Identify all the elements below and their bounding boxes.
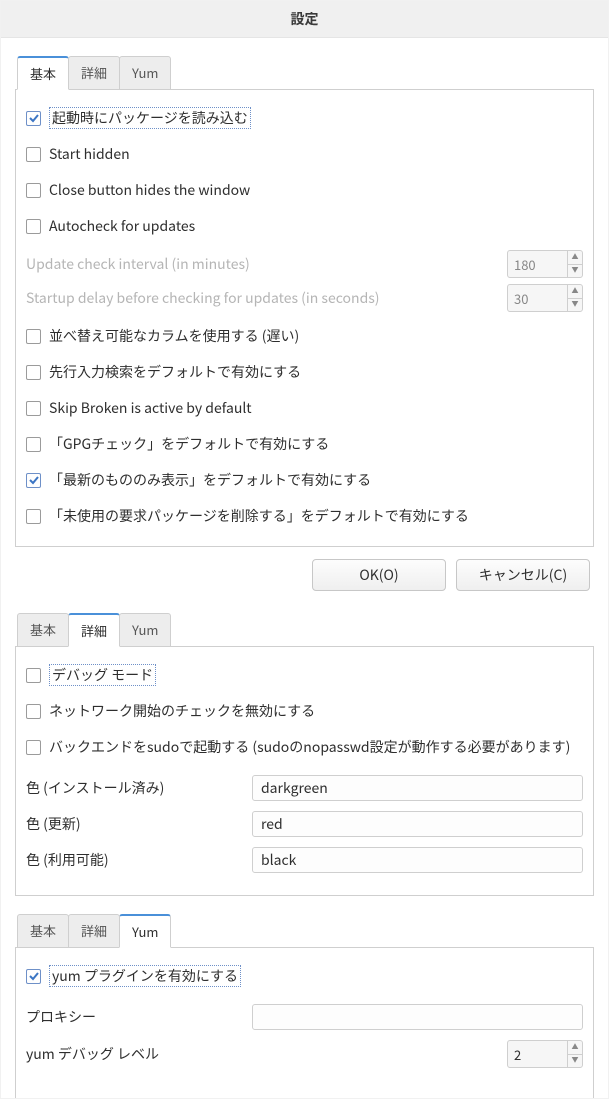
- tab-basic[interactable]: 基本: [17, 914, 69, 948]
- checkbox-gpg-check[interactable]: [26, 437, 41, 452]
- tab-bar-2: 基本 詳細 Yum: [17, 613, 594, 647]
- label-update-interval: Update check interval (in minutes): [26, 254, 250, 274]
- label-sortable-columns: 並べ替え可能なカラムを使用する (遅い): [49, 326, 299, 346]
- checkbox-enable-plugins[interactable]: [26, 969, 41, 984]
- check-icon: [29, 475, 39, 485]
- row-debug-level: yum デバッグ レベル 2 ▲ ▼: [26, 1040, 583, 1068]
- row-gpg-check: 「GPGチェック」をデフォルトで有効にする: [26, 426, 583, 462]
- tab-yum[interactable]: Yum: [119, 56, 171, 90]
- checkbox-load-on-startup[interactable]: [26, 111, 41, 126]
- tab-detail[interactable]: 詳細: [68, 613, 120, 647]
- checkbox-sortable-columns[interactable]: [26, 329, 41, 344]
- row-autocheck: Autocheck for updates: [26, 208, 583, 244]
- label-disable-net-check: ネットワーク開始のチェックを無効にする: [49, 701, 315, 721]
- label-load-on-startup: 起動時にパッケージを読み込む: [49, 107, 251, 129]
- row-start-hidden: Start hidden: [26, 136, 583, 172]
- row-typeahead: 先行入力検索をデフォルトで有効にする: [26, 354, 583, 390]
- row-enable-plugins: yum プラグインを有効にする: [26, 958, 583, 994]
- row-close-hides: Close button hides the window: [26, 172, 583, 208]
- settings-window: 設定 基本 詳細 Yum 起動時にパッケージを読み込む Start hidden: [0, 0, 609, 1099]
- label-gpg-check: 「GPGチェック」をデフォルトで有効にする: [49, 434, 329, 454]
- checkbox-autocheck[interactable]: [26, 219, 41, 234]
- row-remove-unused: 「未使用の要求パッケージを削除する」をデフォルトで有効にする: [26, 498, 583, 534]
- cancel-button[interactable]: キャンセル(C): [456, 559, 590, 591]
- checkbox-start-hidden[interactable]: [26, 147, 41, 162]
- checkbox-close-hides[interactable]: [26, 183, 41, 198]
- label-latest-only: 「最新のもののみ表示」をデフォルトで有効にする: [49, 470, 371, 490]
- input-color-available[interactable]: black: [252, 847, 583, 873]
- label-color-available: 色 (利用可能): [26, 850, 242, 870]
- input-proxy[interactable]: [252, 1004, 583, 1030]
- section-yum: 基本 詳細 Yum yum プラグインを有効にする プロキシー yum デバッグ…: [15, 914, 594, 1098]
- spinbox-debug-level[interactable]: 2 ▲ ▼: [507, 1040, 583, 1068]
- row-sudo-backend: バックエンドをsudoで起動する (sudoのnopasswd設定が動作する必要…: [26, 729, 583, 765]
- tab-detail[interactable]: 詳細: [68, 914, 120, 948]
- spin-up-icon[interactable]: ▲: [568, 251, 582, 265]
- checkbox-remove-unused[interactable]: [26, 509, 41, 524]
- label-remove-unused: 「未使用の要求パッケージを削除する」をデフォルトで有効にする: [49, 506, 469, 526]
- input-color-update[interactable]: red: [252, 811, 583, 837]
- row-update-interval: Update check interval (in minutes) 180 ▲…: [26, 250, 583, 278]
- checkbox-disable-net-check[interactable]: [26, 704, 41, 719]
- label-typeahead: 先行入力検索をデフォルトで有効にする: [49, 362, 301, 382]
- tab-basic[interactable]: 基本: [17, 56, 69, 90]
- section-basic: 基本 詳細 Yum 起動時にパッケージを読み込む Start hidden Cl…: [15, 56, 594, 595]
- tab-bar-3: 基本 詳細 Yum: [17, 914, 594, 948]
- tab-content-basic: 起動時にパッケージを読み込む Start hidden Close button…: [15, 89, 594, 547]
- window-title: 設定: [1, 1, 608, 38]
- checkbox-typeahead[interactable]: [26, 365, 41, 380]
- value-startup-delay: 30: [508, 285, 567, 311]
- row-load-on-startup: 起動時にパッケージを読み込む: [26, 100, 583, 136]
- label-skip-broken: Skip Broken is active by default: [49, 398, 252, 418]
- tab-yum[interactable]: Yum: [119, 613, 171, 647]
- row-debug-mode: デバッグ モード: [26, 657, 583, 693]
- tab-detail[interactable]: 詳細: [68, 56, 120, 90]
- label-sudo-backend: バックエンドをsudoで起動する (sudoのnopasswd設定が動作する必要…: [49, 737, 570, 757]
- row-color-installed: 色 (インストール済み) darkgreen: [26, 775, 583, 801]
- spin-up-icon[interactable]: ▲: [568, 285, 582, 299]
- tab-bar-1: 基本 詳細 Yum: [17, 56, 594, 90]
- check-icon: [29, 971, 39, 981]
- checkbox-debug-mode[interactable]: [26, 668, 41, 683]
- spinbox-update-interval[interactable]: 180 ▲ ▼: [507, 250, 583, 278]
- tab-basic[interactable]: 基本: [17, 613, 69, 647]
- tab-yum[interactable]: Yum: [119, 914, 171, 948]
- label-color-installed: 色 (インストール済み): [26, 778, 242, 798]
- checkbox-skip-broken[interactable]: [26, 401, 41, 416]
- ok-button[interactable]: OK(O): [312, 559, 446, 591]
- label-debug-level: yum デバッグ レベル: [26, 1044, 497, 1064]
- label-color-update: 色 (更新): [26, 814, 242, 834]
- value-debug-level: 2: [508, 1041, 567, 1067]
- dialog-button-row: OK(O) キャンセル(C): [15, 547, 594, 595]
- row-startup-delay: Startup delay before checking for update…: [26, 284, 583, 312]
- row-skip-broken: Skip Broken is active by default: [26, 390, 583, 426]
- label-startup-delay: Startup delay before checking for update…: [26, 288, 380, 308]
- section-detail: 基本 詳細 Yum デバッグ モード ネットワーク開始のチェックを無効にする バ…: [15, 613, 594, 896]
- label-proxy: プロキシー: [26, 1007, 242, 1027]
- tab-content-yum: yum プラグインを有効にする プロキシー yum デバッグ レベル 2 ▲ ▼: [15, 947, 594, 1098]
- row-sortable-columns: 並べ替え可能なカラムを使用する (遅い): [26, 318, 583, 354]
- label-close-hides: Close button hides the window: [49, 180, 250, 200]
- label-autocheck: Autocheck for updates: [49, 216, 195, 236]
- row-proxy: プロキシー: [26, 1004, 583, 1030]
- checkbox-sudo-backend[interactable]: [26, 740, 41, 755]
- spin-down-icon[interactable]: ▼: [568, 299, 582, 312]
- tab-content-detail: デバッグ モード ネットワーク開始のチェックを無効にする バックエンドをsudo…: [15, 646, 594, 896]
- spin-down-icon[interactable]: ▼: [568, 1055, 582, 1068]
- row-disable-net-check: ネットワーク開始のチェックを無効にする: [26, 693, 583, 729]
- row-color-update: 色 (更新) red: [26, 811, 583, 837]
- label-start-hidden: Start hidden: [49, 144, 130, 164]
- spin-down-icon[interactable]: ▼: [568, 265, 582, 278]
- spin-up-icon[interactable]: ▲: [568, 1041, 582, 1055]
- check-icon: [29, 113, 39, 123]
- value-update-interval: 180: [508, 251, 567, 277]
- label-enable-plugins: yum プラグインを有効にする: [49, 965, 241, 987]
- label-debug-mode: デバッグ モード: [49, 664, 156, 686]
- row-latest-only: 「最新のもののみ表示」をデフォルトで有効にする: [26, 462, 583, 498]
- input-color-installed[interactable]: darkgreen: [252, 775, 583, 801]
- checkbox-latest-only[interactable]: [26, 473, 41, 488]
- spinbox-startup-delay[interactable]: 30 ▲ ▼: [507, 284, 583, 312]
- row-color-available: 色 (利用可能) black: [26, 847, 583, 873]
